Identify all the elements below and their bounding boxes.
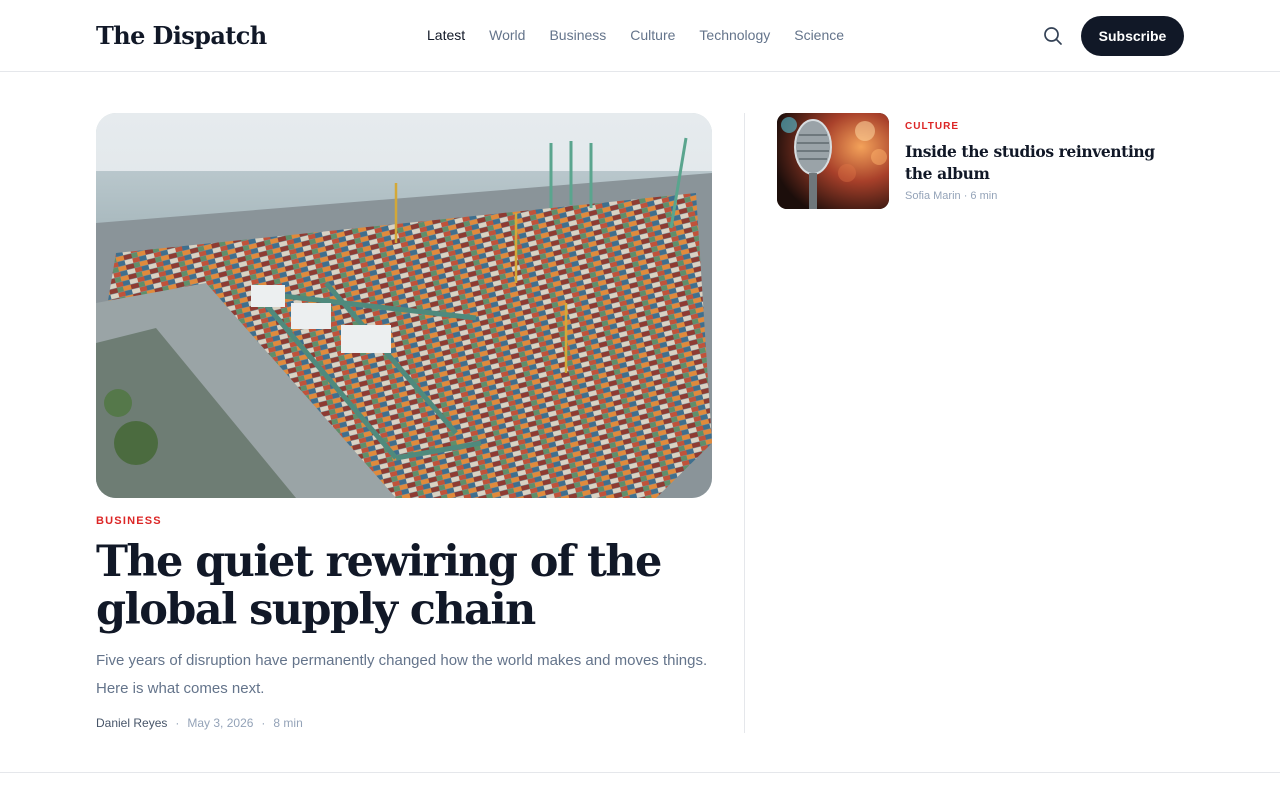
- side-story-byline: Sofia Marin · 6 min: [905, 190, 998, 202]
- hero-summary: Five years of disruption have permanentl…: [96, 652, 708, 697]
- hero-headline[interactable]: The quiet rewiring of the global supply …: [96, 538, 736, 634]
- nav-item-science[interactable]: Science: [794, 25, 844, 45]
- main-nav: Latest World Business Culture Technology…: [427, 25, 844, 45]
- hero-image[interactable]: [96, 113, 712, 498]
- column-divider: [744, 113, 745, 733]
- nav-item-technology[interactable]: Technology: [699, 25, 770, 45]
- hero-date: May 3, 2026: [187, 716, 254, 730]
- search-button[interactable]: [1041, 24, 1065, 48]
- site-header: The Dispatch Latest World Business Cultu…: [0, 0, 1280, 72]
- side-story-thumbnail[interactable]: [777, 113, 889, 209]
- meta-separator: ·: [175, 716, 180, 730]
- nav-item-latest[interactable]: Latest: [427, 25, 465, 45]
- container-port-illustration: [96, 113, 712, 498]
- search-icon: [1044, 27, 1062, 45]
- hero-category-label[interactable]: BUSINESS: [96, 515, 162, 527]
- subscribe-button[interactable]: Subscribe: [1081, 16, 1184, 56]
- nav-item-culture[interactable]: Culture: [630, 25, 675, 45]
- nav-item-business[interactable]: Business: [549, 25, 606, 45]
- hero-byline: Daniel Reyes · May 3, 2026 · 8 min: [96, 716, 303, 730]
- section-divider: [0, 772, 1280, 773]
- hero-author[interactable]: Daniel Reyes: [96, 716, 167, 730]
- microphone-illustration: [777, 113, 889, 209]
- side-story-headline[interactable]: Inside the studios reinventing the album: [905, 141, 1175, 185]
- site-logo[interactable]: The Dispatch: [96, 20, 267, 52]
- meta-separator: ·: [261, 716, 266, 730]
- side-story-category[interactable]: CULTURE: [905, 121, 959, 132]
- hero-read-time: 8 min: [273, 716, 303, 730]
- nav-item-world[interactable]: World: [489, 25, 525, 45]
